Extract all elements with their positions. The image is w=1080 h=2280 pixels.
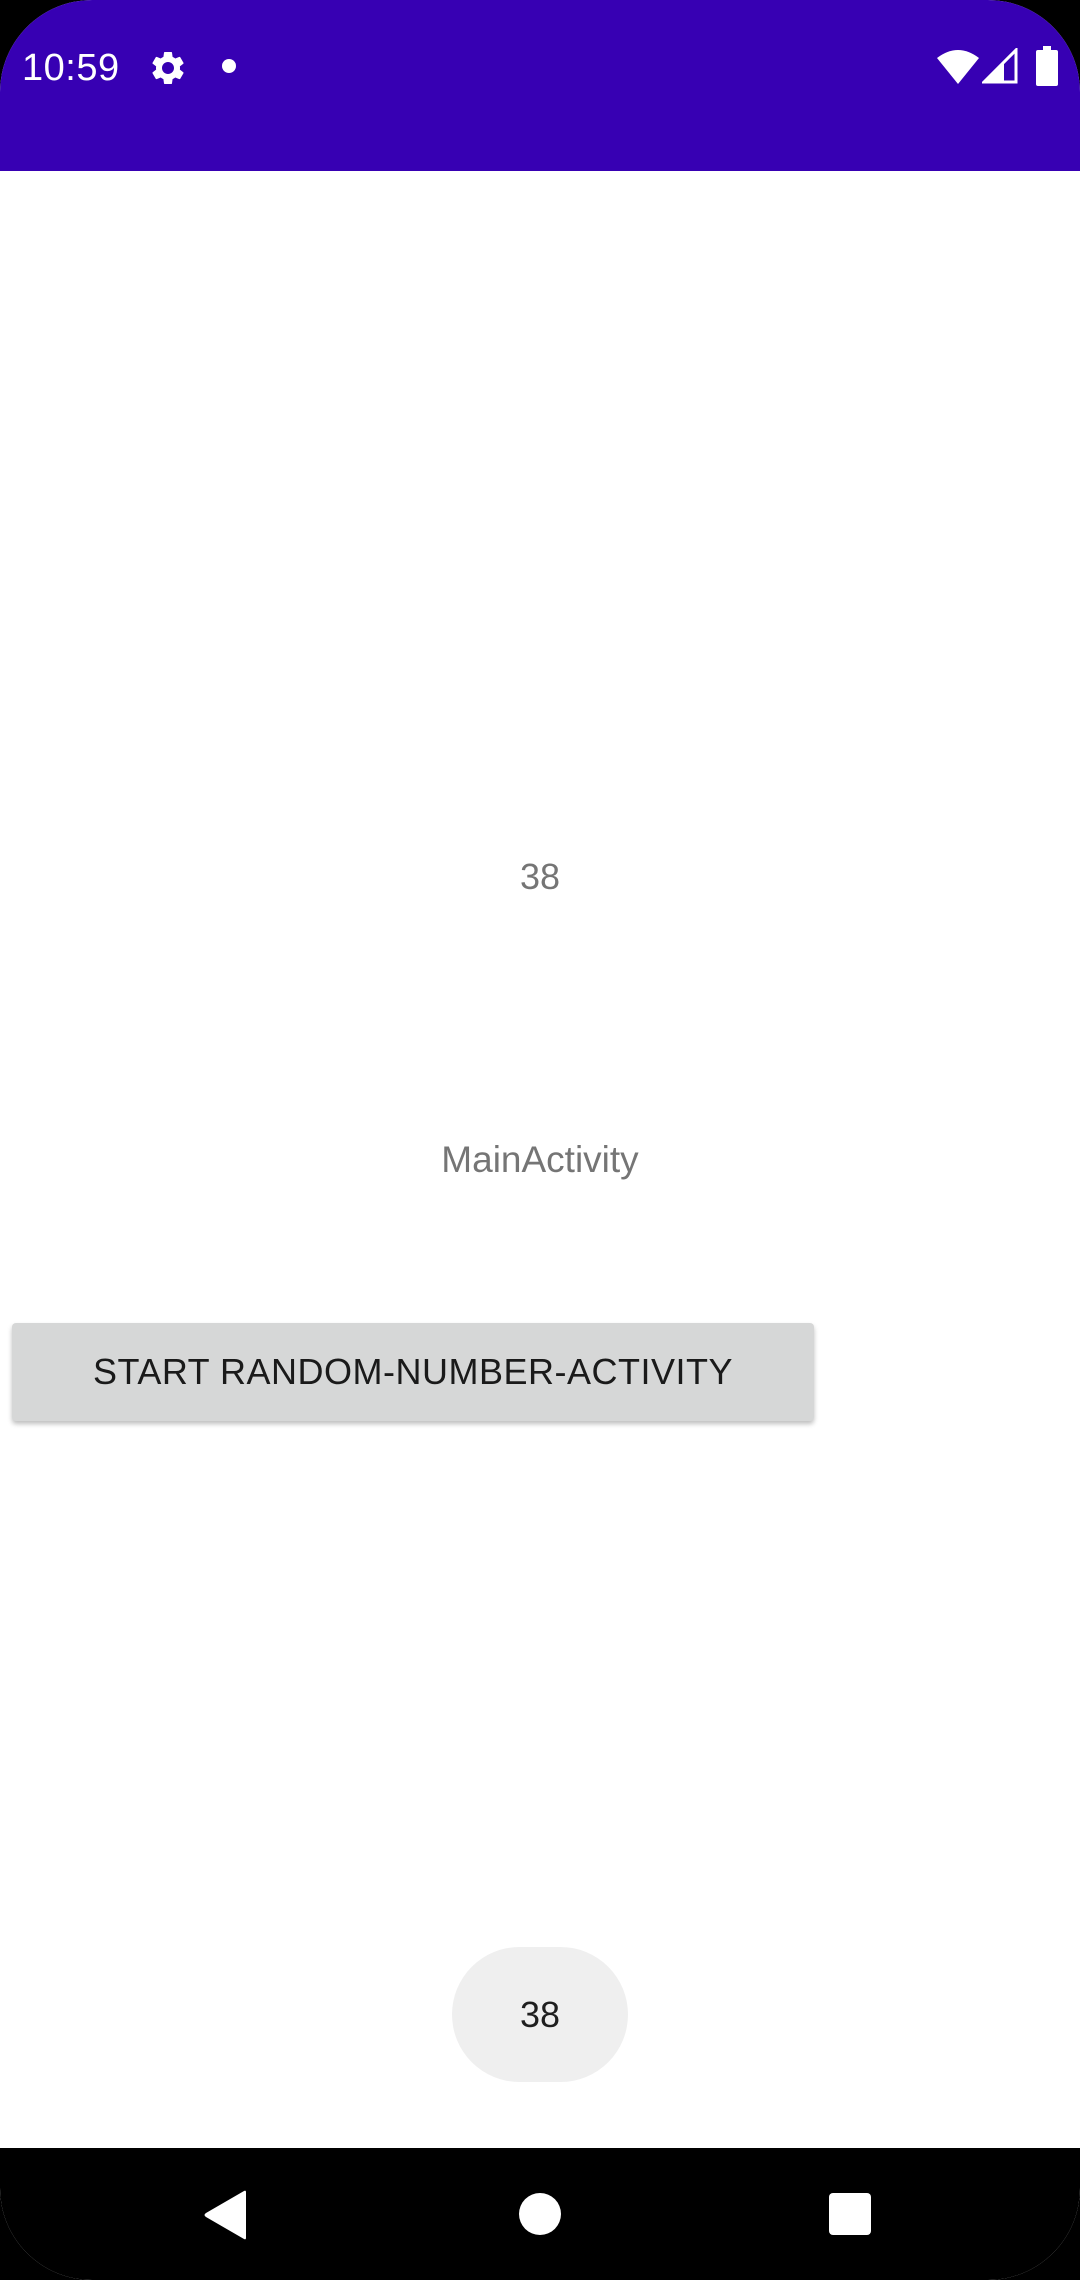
toast-message: 38 bbox=[452, 1947, 628, 2082]
battery-icon bbox=[1036, 46, 1058, 86]
random-number-text: 38 bbox=[519, 856, 561, 897]
cell-signal-icon bbox=[982, 48, 1018, 84]
status-time: 10:59 bbox=[22, 47, 120, 89]
recents-icon[interactable] bbox=[829, 2193, 871, 2235]
home-icon[interactable] bbox=[519, 2193, 561, 2235]
phone-screen: 10:59 38 MainActivity START RANDOM-NUMBE… bbox=[0, 0, 1080, 2280]
status-bar: 10:59 bbox=[0, 0, 1080, 171]
notification-dot-icon bbox=[222, 59, 236, 73]
settings-gear-icon bbox=[152, 51, 184, 84]
toast-text: 38 bbox=[519, 1993, 561, 2035]
back-icon[interactable] bbox=[202, 2190, 250, 2240]
start-random-number-activity-button[interactable]: START RANDOM-NUMBER-ACTIVITY bbox=[12, 1323, 814, 1421]
activity-name-label: MainActivity bbox=[441, 1139, 639, 1180]
wifi-icon bbox=[937, 50, 979, 84]
